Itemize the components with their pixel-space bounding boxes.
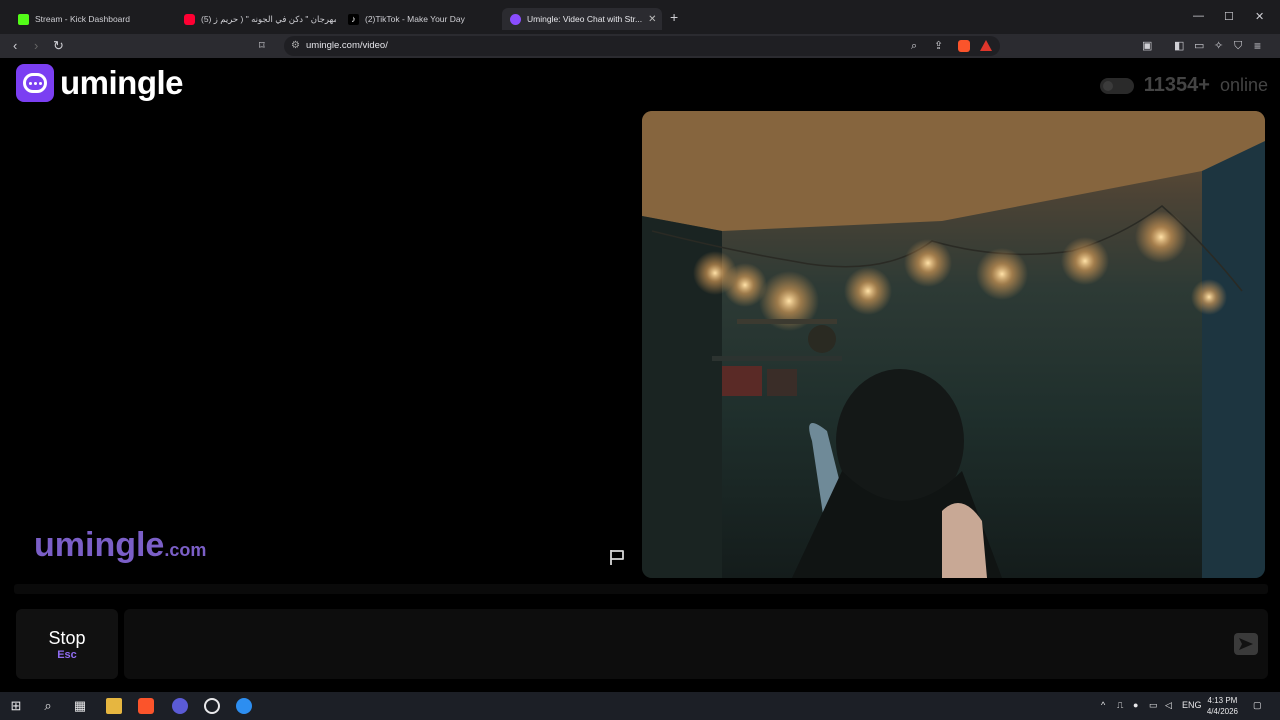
leo-ai-icon[interactable]: ✧ [1214,38,1223,54]
stop-label: Stop [48,627,86,648]
back-icon[interactable]: ‹ [13,38,17,54]
chat-bubble-icon [16,64,54,102]
windows-taskbar: ⊞ ⌕ ▦ ^ ⎍ ● ▭ ◁ ENG 4:13 PM 4/4/2026 ▢ [0,692,1280,720]
tab-label: (2)TikTok - Make Your Day [365,14,465,24]
vpn-icon[interactable]: ⛉ [1234,38,1242,54]
tab-label: Umingle: Video Chat with Str... [527,14,643,24]
watermark-tld: .com [164,540,207,560]
tab-tiktok[interactable]: ♪ (2)TikTok - Make Your Day [340,8,500,30]
browser-toolbar: ‹ › ↻ ⌑ ⚙ umingle.com/video/ ⌕ ⇪ ▣ ◧ ▭ ✧… [0,34,1280,58]
minimize-icon[interactable]: — [1193,10,1204,22]
show-hidden-icons[interactable]: ^ [1101,700,1105,710]
language-indicator[interactable]: ENG [1182,700,1202,710]
volume-icon[interactable]: ◁ [1165,700,1172,711]
online-label: online [1219,75,1268,95]
app-icon[interactable] [236,698,252,714]
tab-label: (5) مهرجان " دكن في الجونه " ( حريم ز... [201,13,336,24]
discord-icon[interactable] [172,698,188,714]
online-indicator: 11354+ online [1099,74,1268,97]
remote-video-feed [642,111,1265,578]
tab-umingle[interactable]: Umingle: Video Chat with Str... ✕ [502,8,662,30]
report-flag-icon[interactable] [608,548,626,566]
site-watermark: umingle.com [34,526,206,565]
stop-button[interactable]: Stop Esc [16,609,118,679]
reload-icon[interactable]: ↻ [53,38,64,54]
umingle-logo[interactable]: umingle [16,64,184,102]
microphone-icon[interactable]: ● [1133,700,1138,710]
task-view-icon[interactable]: ▦ [72,698,88,714]
search-icon[interactable]: ⌕ [40,698,56,714]
stop-shortcut: Esc [57,648,77,661]
maximize-icon[interactable]: ☐ [1224,10,1234,23]
new-tab-button[interactable]: + [670,9,678,25]
forward-icon[interactable]: › [34,38,38,54]
online-count: 11354+ [1143,74,1210,96]
file-explorer-icon[interactable] [106,698,122,714]
status-bar [14,584,1268,594]
brave-rewards-icon[interactable] [980,40,992,51]
video-frame [642,111,1265,578]
screenshot-icon[interactable]: ▣ [1142,38,1152,54]
bookmark-icon[interactable]: ⌑ [259,38,265,54]
url-text: umingle.com/video/ [306,40,388,51]
close-window-icon[interactable]: ✕ [1255,10,1264,23]
close-tab-icon[interactable]: ✕ [648,14,656,25]
watermark-main: umingle [34,526,165,564]
address-bar[interactable]: ⚙ umingle.com/video/ [284,36,1000,56]
notifications-icon[interactable]: ▢ [1253,700,1262,711]
brave-shields-icon[interactable] [958,40,970,52]
menu-icon[interactable]: ≡ [1254,38,1261,54]
network-icon[interactable]: ▭ [1149,700,1158,711]
share-icon[interactable]: ⇪ [934,38,943,54]
youtube-icon [184,13,195,25]
chat-message-input[interactable] [124,609,1268,679]
clock-date: 4/4/2026 [1206,707,1238,716]
theme-toggle[interactable] [1099,77,1134,94]
windows-start-icon[interactable]: ⊞ [8,698,24,714]
tab-youtube[interactable]: (5) مهرجان " دكن في الجونه " ( حريم ز... [176,8,336,30]
sidebar-icon[interactable]: ◧ [1174,38,1184,54]
kick-icon [18,13,29,25]
zoom-icon[interactable]: ⌕ [911,38,917,54]
clock[interactable]: 4:13 PM 4/4/2026 [1207,695,1238,717]
browser-tab-strip: Stream - Kick Dashboard (5) مهرجان " دكن… [0,0,1280,36]
obs-icon[interactable] [204,698,220,714]
tiktok-icon: ♪ [348,13,359,25]
logo-text: umingle [60,64,184,101]
send-icon[interactable] [1234,633,1258,655]
site-info-icon[interactable]: ⚙ [291,36,300,56]
clock-time: 4:13 PM [1207,696,1238,705]
wallet-icon[interactable]: ▭ [1194,38,1204,54]
umingle-page: umingle 11354+ online umingle.com Stop E… [0,58,1280,690]
tab-kick[interactable]: Stream - Kick Dashboard [10,8,170,30]
tab-label: Stream - Kick Dashboard [35,14,130,24]
brave-browser-icon[interactable] [138,698,154,714]
umingle-icon [510,13,521,25]
usb-icon[interactable]: ⎍ [1117,700,1123,711]
